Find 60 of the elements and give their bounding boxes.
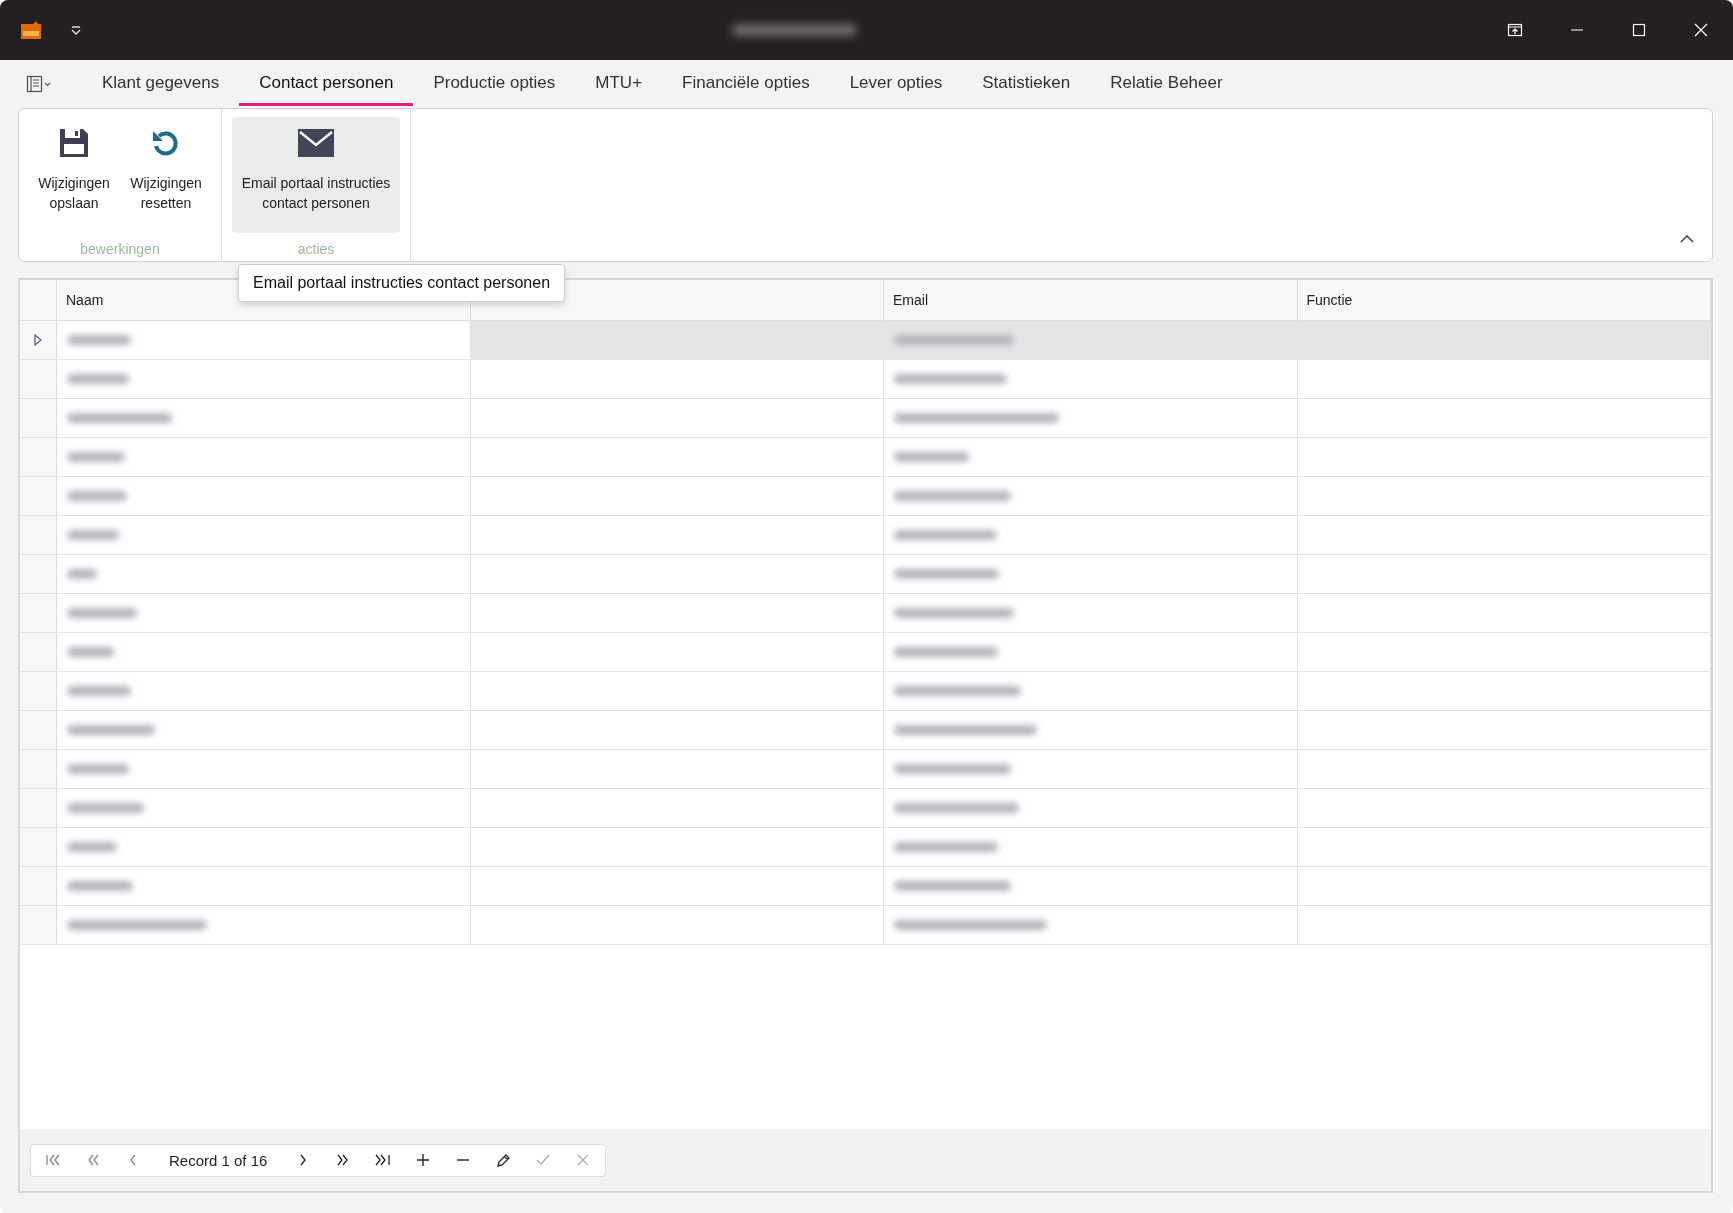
table-row[interactable] [20,633,1711,672]
table-row[interactable] [20,516,1711,555]
group-label: bewerkingen [80,240,160,257]
tooltip: Email portaal instructies contact personen [238,264,566,302]
blurred-name [67,881,133,891]
menu-tab[interactable]: Productie opties [413,62,576,106]
pencil-icon[interactable] [495,1153,512,1167]
group-label: acties [297,240,335,257]
column-header[interactable]: Naam [66,292,104,308]
collapse-chevron-icon[interactable] [1680,234,1694,243]
row-pointer-icon [34,334,42,346]
checkmark-icon[interactable] [535,1153,552,1167]
table-row[interactable] [20,477,1711,516]
menu-tab[interactable]: Klant gegevens [82,62,240,106]
table-row[interactable] [20,750,1711,789]
menu-tab[interactable]: Statistieken [962,62,1091,106]
table-row[interactable] [20,321,1711,360]
envelope-icon [298,129,334,157]
plus-icon[interactable] [415,1153,432,1167]
close-icon[interactable] [1693,22,1709,38]
table-row[interactable] [20,789,1711,828]
ribbon-button[interactable]: Email portaal instructies contact personen [232,117,400,233]
table-row[interactable] [20,711,1711,750]
table-row[interactable] [20,555,1711,594]
table-row[interactable] [20,906,1711,945]
table-row[interactable] [20,594,1711,633]
blurred-name [67,686,131,696]
window-pin-icon[interactable] [1507,22,1523,38]
blurred-name [67,842,117,852]
blurred-name [67,335,131,345]
table-row[interactable] [20,438,1711,477]
blurred-name [67,491,127,501]
blurred-name [67,569,97,579]
dropdown-caret-icon[interactable] [70,24,82,36]
last-record-icon[interactable] [375,1153,392,1167]
maximize-icon[interactable] [1631,22,1647,38]
table-row[interactable] [20,828,1711,867]
ribbon-button[interactable]: Wijzigingen resetten [121,117,211,233]
menu-tab[interactable]: Financiële opties [662,62,830,106]
sidebar-toggle-icon[interactable] [26,75,52,93]
column-header[interactable]: Functie [1306,292,1353,308]
app-logo-icon [20,20,42,40]
table-row[interactable] [20,399,1711,438]
blurred-name [67,374,129,384]
menu-tab[interactable]: Relatie Beheer [1090,62,1243,106]
menu-tab[interactable]: MTU+ [575,62,663,106]
menu-tab[interactable]: Contact personen [239,62,414,106]
column-header[interactable]: Email [893,292,928,308]
blurred-name [67,530,119,540]
table-row[interactable] [20,672,1711,711]
ribbon-button[interactable]: Wijzigingen opslaan [29,117,119,233]
first-record-icon[interactable] [45,1153,61,1167]
blurred-name [67,608,137,618]
table-row[interactable] [20,867,1711,906]
blurred-name [67,452,125,462]
menu-tab[interactable]: Lever opties [829,62,963,106]
blurred-name [67,647,114,657]
table-row[interactable] [20,360,1711,399]
record-counter: Record 1 of 16 [169,1151,268,1169]
blurred-name [67,764,129,774]
